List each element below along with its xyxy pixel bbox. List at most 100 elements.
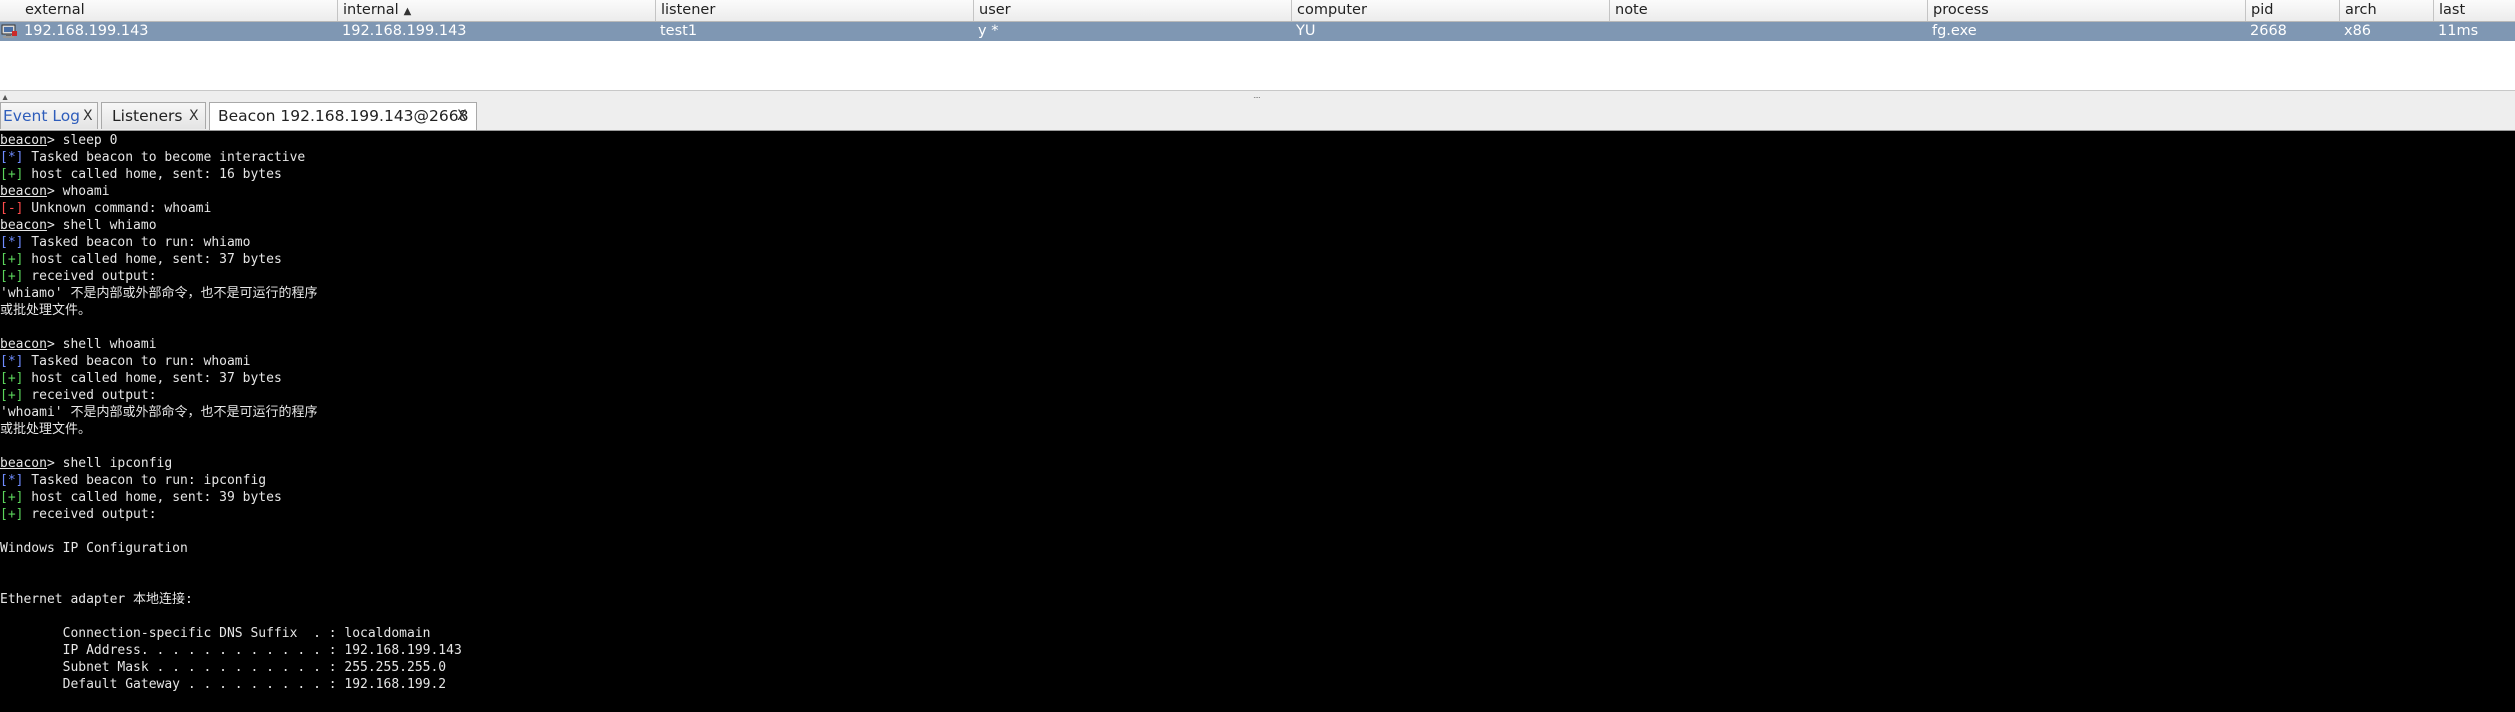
cell-internal: 192.168.199.143 (342, 23, 467, 39)
tab-bar: Event Log X Listeners X Beacon 192.168.1… (0, 100, 2515, 131)
cell-external: 192.168.199.143 (24, 23, 149, 39)
console-line: [+] host called home, sent: 16 bytes (0, 166, 282, 183)
close-tab-icon[interactable]: X (457, 103, 467, 129)
console-line-text: Tasked beacon to run: whoami (23, 354, 251, 369)
cell-listener: test1 (660, 23, 698, 39)
column-header-user[interactable]: user (974, 0, 1292, 21)
cell-pid: 2668 (2250, 23, 2287, 39)
success-tag: [+] (0, 252, 24, 267)
console-line-text: host called home, sent: 39 bytes (23, 490, 282, 505)
info-tag: [*] (0, 473, 24, 488)
computer-beacon-icon (1, 24, 17, 38)
info-tag: [*] (0, 235, 24, 250)
success-tag: [+] (0, 388, 24, 403)
console-line-text: > sleep 0 (46, 133, 118, 148)
console-line-text: > shell whoami (46, 337, 157, 352)
tab-beacon[interactable]: Beacon 192.168.199.143@2668 X (209, 102, 477, 130)
console-line: beacon> sleep 0 (0, 132, 117, 149)
console-line-text: host called home, sent: 16 bytes (23, 167, 282, 182)
cell-note (1610, 22, 1928, 41)
console-line: [-] Unknown command: whoami (0, 200, 211, 217)
console-line-text: 或批处理文件。 (0, 422, 92, 437)
cell-arch: x86 (2344, 23, 2372, 39)
console-prompt: beacon (0, 456, 47, 471)
console-prompt: beacon (0, 218, 47, 233)
success-tag: [+] (0, 507, 24, 522)
console-prompt: beacon (0, 184, 47, 199)
column-header-external[interactable]: external (20, 0, 338, 21)
cell-computer: YU (1296, 23, 1316, 39)
console-line: [+] host called home, sent: 37 bytes (0, 251, 282, 268)
tab-listeners[interactable]: Listeners X (101, 102, 206, 129)
console-line-text: received output: (23, 507, 157, 522)
sessions-table-header: external internal ▲ listener user compute… (0, 0, 2515, 22)
console-line-text: Windows IP Configuration (0, 541, 188, 556)
console-line: 或批处理文件。 (0, 302, 91, 319)
console-line: Default Gateway . . . . . . . . . : 192.… (0, 676, 447, 693)
session-row[interactable]: 192.168.199.143 192.168.199.143 test1 y … (0, 22, 2515, 41)
console-line-text: host called home, sent: 37 bytes (23, 371, 282, 386)
console-line: [+] host called home, sent: 39 bytes (0, 489, 282, 506)
console-line-text: host called home, sent: 37 bytes (23, 252, 282, 267)
cell-user: y * (978, 23, 999, 39)
console-line-text: > whoami (46, 184, 110, 199)
info-tag: [*] (0, 150, 24, 165)
console-line: [+] host called home, sent: 37 bytes (0, 370, 282, 387)
close-tab-icon[interactable]: X (83, 103, 93, 129)
column-header-internal[interactable]: internal ▲ (338, 0, 656, 21)
console-line: Windows IP Configuration (0, 540, 188, 557)
console-line-text: Default Gateway . . . . . . . . . : 192.… (0, 677, 447, 692)
console-line-text: IP Address. . . . . . . . . . . . : 192.… (0, 643, 462, 658)
console-prompt: beacon (0, 133, 47, 148)
console-line-text: > shell ipconfig (46, 456, 173, 471)
column-header-process[interactable]: process (1928, 0, 2246, 21)
success-tag: [+] (0, 167, 24, 182)
success-tag: [+] (0, 269, 24, 284)
console-line-text: Ethernet adapter 本地连接: (0, 592, 193, 607)
column-header-arch[interactable]: arch (2340, 0, 2434, 21)
close-tab-icon[interactable]: X (189, 103, 199, 129)
console-line: [*] Tasked beacon to become interactive (0, 149, 305, 166)
console-line: beacon> whoami (0, 183, 110, 200)
console-line: IP Address. . . . . . . . . . . . : 192.… (0, 642, 462, 659)
console-line: [*] Tasked beacon to run: whoami (0, 353, 250, 370)
console-line-text: Tasked beacon to become interactive (23, 150, 306, 165)
error-tag: [-] (0, 201, 24, 216)
console-line: beacon> shell whiamo (0, 217, 157, 234)
column-header-computer[interactable]: computer (1292, 0, 1610, 21)
console-line-text: Tasked beacon to run: whiamo (23, 235, 251, 250)
console-line: beacon> shell ipconfig (0, 455, 172, 472)
console-line-text: Unknown command: whoami (23, 201, 212, 216)
column-header-last[interactable]: last (2434, 0, 2515, 21)
console-line: [+] received output: (0, 506, 157, 523)
sort-ascending-icon: ▲ (403, 6, 412, 17)
console-line: Connection-specific DNS Suffix . : local… (0, 625, 431, 642)
column-header-note[interactable]: note (1610, 0, 1928, 21)
console-line-text: 'whiamo' 不是内部或外部命令，也不是可运行的程序 (0, 286, 318, 301)
sessions-table: external internal ▲ listener user compute… (0, 0, 2515, 91)
success-tag: [+] (0, 371, 24, 386)
column-header-listener[interactable]: listener (656, 0, 974, 21)
console-line-text: > shell whiamo (46, 218, 157, 233)
console-line: 或批处理文件。 (0, 421, 91, 438)
console-line: 'whiamo' 不是内部或外部命令，也不是可运行的程序 (0, 285, 317, 302)
console-line-text: Connection-specific DNS Suffix . : local… (0, 626, 431, 641)
console-line: [+] received output: (0, 268, 157, 285)
console-line: [*] Tasked beacon to run: whiamo (0, 234, 250, 251)
console-line-text: Subnet Mask . . . . . . . . . . . : 255.… (0, 660, 447, 675)
column-header-pid[interactable]: pid (2246, 0, 2340, 21)
success-tag: [+] (0, 490, 24, 505)
console-line: 'whoami' 不是内部或外部命令，也不是可运行的程序 (0, 404, 317, 421)
info-tag: [*] (0, 354, 24, 369)
console-line: beacon> shell whoami (0, 336, 157, 353)
console-line: [*] Tasked beacon to run: ipconfig (0, 472, 266, 489)
console-line-text: received output: (23, 269, 157, 284)
cell-last: 11ms (2438, 23, 2479, 39)
console-line-text: received output: (23, 388, 157, 403)
tab-event-log[interactable]: Event Log X (0, 102, 98, 129)
cell-process: fg.exe (1932, 23, 1977, 39)
console-line-text: 或批处理文件。 (0, 303, 92, 318)
console-line: Ethernet adapter 本地连接: (0, 591, 193, 608)
console-line-text: 'whoami' 不是内部或外部命令，也不是可运行的程序 (0, 405, 318, 420)
beacon-console-output[interactable]: beacon> sleep 0 [*] Tasked beacon to beco… (0, 131, 2515, 712)
